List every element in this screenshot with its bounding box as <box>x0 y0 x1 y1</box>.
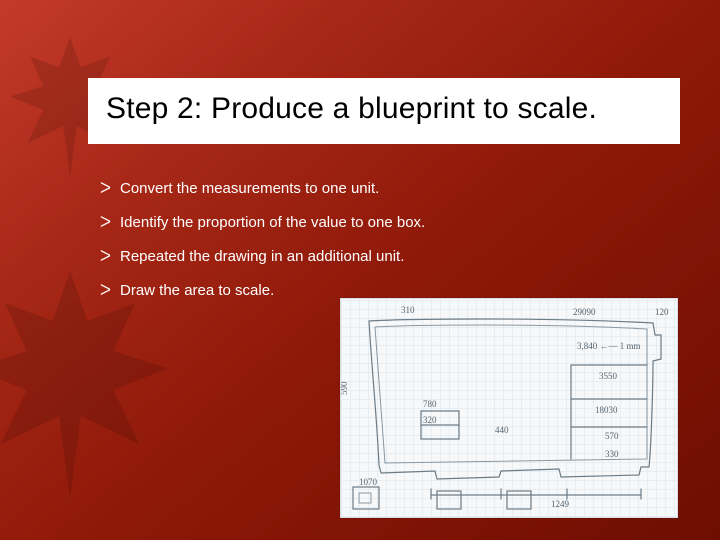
list-item: ᐳ Repeated the drawing in an additional … <box>100 248 680 266</box>
sketch-label: 440 <box>495 425 509 435</box>
blueprint-sketch: 310 29090 120 590 3,840 ←— 1 mm 3550 180… <box>340 298 678 518</box>
bullet-text: Repeated the drawing in an additional un… <box>120 248 404 266</box>
sketch-svg: 310 29090 120 590 3,840 ←— 1 mm 3550 180… <box>341 299 677 517</box>
bullet-text: Convert the measurements to one unit. <box>120 180 379 198</box>
sketch-label: 330 <box>605 449 619 459</box>
bullet-text: Identify the proportion of the value to … <box>120 214 425 232</box>
sketch-label: 1249 <box>551 499 570 509</box>
sketch-label: 3,840 ←— 1 mm <box>577 341 641 351</box>
sketch-label: 29090 <box>573 307 596 317</box>
sketch-label: 18030 <box>595 405 618 415</box>
sketch-label: 590 <box>341 381 349 395</box>
sketch-label: 320 <box>423 415 437 425</box>
bullet-list: ᐳ Convert the measurements to one unit. … <box>100 180 680 316</box>
bullet-icon: ᐳ <box>100 214 120 232</box>
sketch-label: 780 <box>423 399 437 409</box>
sketch-label: 570 <box>605 431 619 441</box>
title-block: Step 2: Produce a blueprint to scale. <box>88 78 680 144</box>
sketch-label: 310 <box>401 305 415 315</box>
sketch-label: 3550 <box>599 371 618 381</box>
list-item: ᐳ Identify the proportion of the value t… <box>100 214 680 232</box>
list-item: ᐳ Convert the measurements to one unit. <box>100 180 680 198</box>
slide: Step 2: Produce a blueprint to scale. ᐳ … <box>0 0 720 540</box>
bullet-icon: ᐳ <box>100 180 120 198</box>
bullet-icon: ᐳ <box>100 282 120 300</box>
sketch-label: 1070 <box>359 477 378 487</box>
slide-title: Step 2: Produce a blueprint to scale. <box>106 92 662 126</box>
sketch-label: 120 <box>655 307 669 317</box>
bullet-icon: ᐳ <box>100 248 120 266</box>
bullet-text: Draw the area to scale. <box>120 282 274 300</box>
